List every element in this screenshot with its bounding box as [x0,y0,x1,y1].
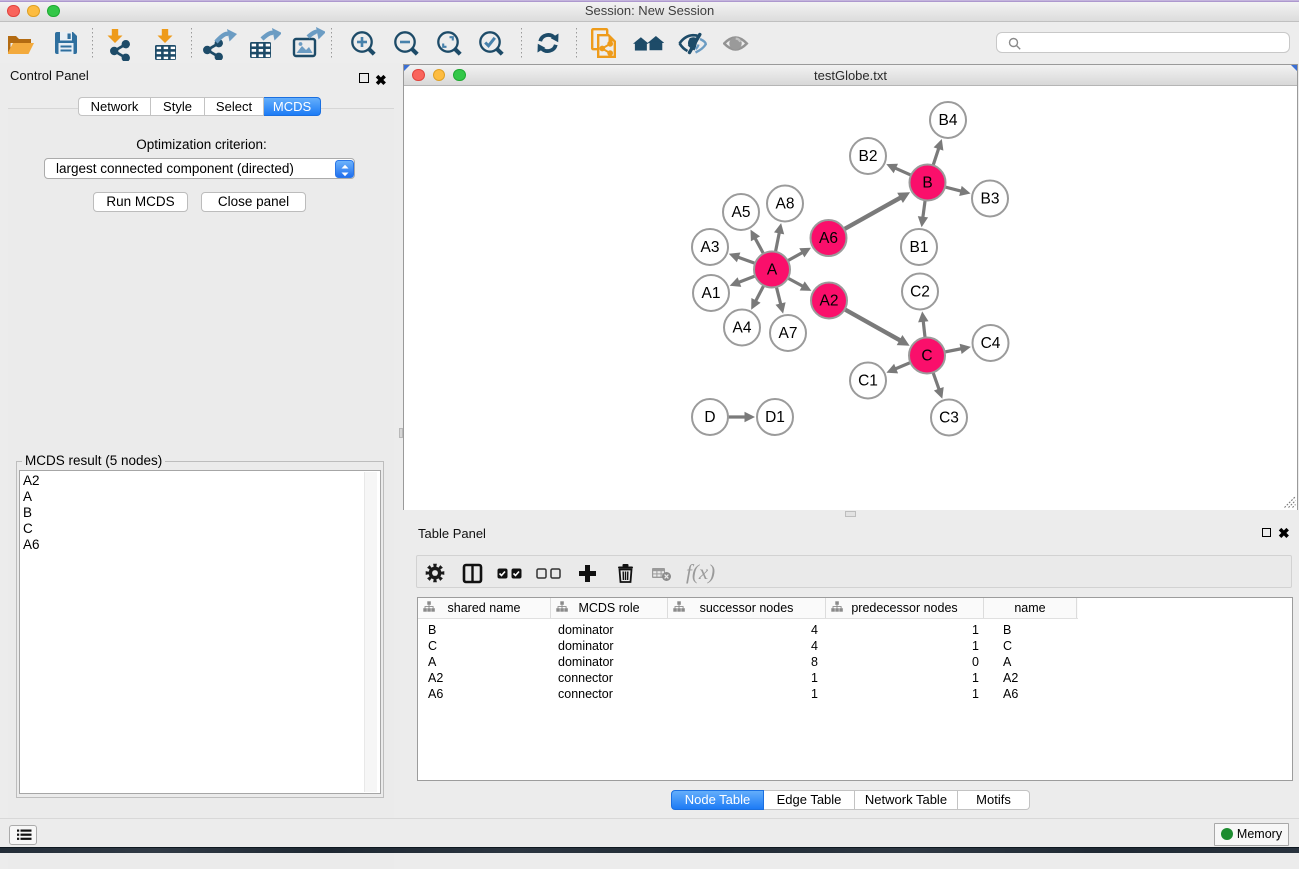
svg-text:B1: B1 [910,239,929,256]
svg-text:C1: C1 [858,373,878,390]
svg-text:C2: C2 [910,284,930,301]
svg-text:D: D [704,409,715,426]
svg-text:A3: A3 [701,239,720,256]
svg-text:C4: C4 [981,335,1001,352]
svg-text:A: A [767,262,778,279]
svg-text:C3: C3 [939,410,959,427]
svg-text:A8: A8 [776,196,795,213]
svg-text:B: B [922,175,932,192]
svg-text:A2: A2 [820,293,839,310]
svg-text:A6: A6 [819,230,838,247]
svg-text:A5: A5 [732,204,751,221]
svg-text:A4: A4 [733,320,752,337]
svg-text:A7: A7 [779,325,798,342]
svg-text:B4: B4 [939,112,958,129]
svg-text:B2: B2 [859,148,878,165]
svg-text:C: C [921,348,932,365]
svg-text:D1: D1 [765,409,785,426]
svg-text:B3: B3 [981,191,1000,208]
svg-text:A1: A1 [702,285,721,302]
